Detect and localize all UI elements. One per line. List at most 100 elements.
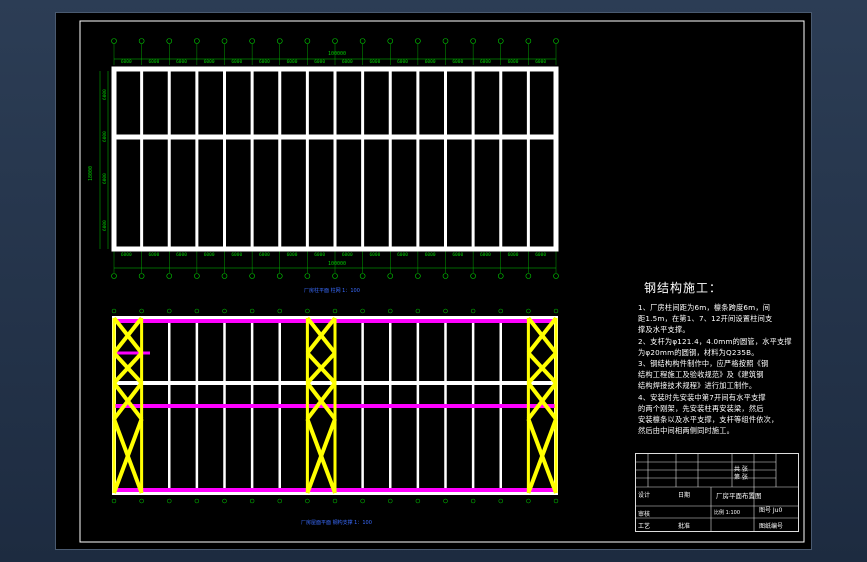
top-plan: 6000 6000 6000 6000 6000 6000 6000 6000 6000 6000… bbox=[99, 38, 559, 279]
title-block-name: 厂房平面布置图 bbox=[716, 492, 762, 500]
axis-bubble-bottom bbox=[138, 273, 145, 279]
axis-bubble-bottom bbox=[249, 273, 255, 279]
axis-bubble-roof bbox=[526, 498, 531, 504]
axis-bubble-roof bbox=[470, 308, 476, 314]
axis-bubble-roof bbox=[360, 498, 365, 504]
axis-bubble-top bbox=[359, 38, 366, 44]
axis-bubble-roof bbox=[553, 308, 559, 314]
note-line: 的两个刚架，先安装柱再安装梁，然后 bbox=[638, 403, 764, 413]
overall-dim-top: 100000 bbox=[328, 51, 346, 57]
note-line: 然后由中间相两侧同时施工。 bbox=[638, 426, 735, 436]
axis-bubble-top bbox=[525, 38, 532, 44]
axis-bubble-bottom bbox=[166, 273, 173, 279]
dim-label-top: 6000 bbox=[176, 59, 187, 65]
axis-bubble-roof bbox=[277, 498, 282, 504]
axis-bubble-top bbox=[332, 38, 338, 44]
dim-label-bottom: 6000 bbox=[121, 252, 132, 258]
note-line: 距1.5m，在第1、7、12开间设置柱间支 bbox=[638, 314, 773, 324]
axis-bubble-bottom bbox=[470, 273, 476, 279]
axis-bubble-bottom bbox=[194, 273, 200, 279]
axis-bubble-top bbox=[249, 38, 255, 44]
axis-bubble-top bbox=[415, 38, 421, 44]
axis-bubble-bottom bbox=[387, 273, 394, 279]
axis-bubble-bottom bbox=[332, 273, 338, 279]
axis-bubble-roof bbox=[277, 308, 282, 314]
axis-bubble-top bbox=[442, 38, 449, 44]
cad-viewport: 6000 6000 6000 6000 6000 6000 6000 6000 6000 6000… bbox=[0, 0, 867, 562]
axis-bubble-bottom bbox=[276, 273, 283, 279]
title-block-number: 图纸编号 bbox=[759, 523, 784, 530]
axis-bubble-top bbox=[387, 38, 394, 44]
axis-bubble-bottom bbox=[415, 273, 421, 279]
axis-bubble-top bbox=[138, 38, 145, 44]
axis-bubble-roof bbox=[498, 498, 503, 504]
dim-label-top: 6000 bbox=[369, 59, 380, 65]
axis-bubble-top bbox=[497, 38, 504, 44]
dim-label-top: 6000 bbox=[204, 59, 215, 65]
dim-label-top: 6000 bbox=[425, 59, 436, 65]
axis-bubble-bottom bbox=[304, 273, 311, 279]
axis-bubble-top bbox=[553, 38, 559, 44]
dim-label-bottom: 6000 bbox=[369, 252, 380, 258]
drawing-sheet: 6000 6000 6000 6000 6000 6000 6000 6000 6000 6000… bbox=[55, 12, 812, 550]
axis-bubble-roof bbox=[443, 308, 448, 314]
title-block-cell-3: 工艺 bbox=[638, 523, 651, 530]
overall-dim-bottom: 100000 bbox=[328, 261, 346, 267]
dim-label-bottom: 6000 bbox=[204, 252, 215, 258]
note-line: 2、支杆为φ121.4，4.0mm的圆管，水平支撑 bbox=[638, 336, 792, 346]
axis-bubble-roof bbox=[194, 498, 200, 504]
axis-bubble-top bbox=[276, 38, 283, 44]
axis-bubble-roof bbox=[249, 498, 255, 504]
dim-label-left: 6000 bbox=[102, 220, 108, 231]
axis-bubble-roof bbox=[249, 308, 255, 314]
axis-bubble-bottom bbox=[497, 273, 504, 279]
axis-bubble-roof bbox=[415, 498, 421, 504]
title-block-scale: 比例 1:100 bbox=[714, 510, 740, 516]
axis-bubble-roof bbox=[470, 498, 476, 504]
dim-label-bottom: 6000 bbox=[425, 252, 436, 258]
note-line: 结构工程施工及验收规范》及《建筑钢 bbox=[638, 370, 764, 380]
dim-label-top: 6000 bbox=[452, 59, 463, 65]
dim-label-bottom: 6000 bbox=[148, 252, 159, 258]
dim-label-top: 6000 bbox=[397, 59, 408, 65]
dim-label-bottom: 6000 bbox=[452, 252, 463, 258]
axis-bubble-roof bbox=[167, 498, 172, 504]
axis-bubble-top bbox=[470, 38, 476, 44]
title-block-cell-7: 第 张 bbox=[734, 474, 748, 481]
title-block-cell-4: 批准 bbox=[678, 523, 691, 530]
title-block: 厂房平面布置图 图号 Ju0 图纸编号 比例 1:100 设计 审核 工艺 批准… bbox=[635, 453, 799, 532]
dim-label-bottom: 6000 bbox=[535, 252, 546, 258]
note-line: 结构焊接技术规程》进行加工制作。 bbox=[638, 381, 757, 391]
axis-bubble-roof bbox=[305, 308, 310, 314]
dim-label-top: 6000 bbox=[342, 59, 353, 65]
title-block-cell-2: 审核 bbox=[638, 511, 651, 518]
axis-bubble-roof bbox=[415, 308, 421, 314]
dim-label-top: 6000 bbox=[148, 59, 159, 65]
axis-bubble-roof bbox=[332, 498, 338, 504]
note-line: 3、钢结构构件制作中，应严格按照《钢 bbox=[638, 359, 769, 369]
dim-label-bottom: 6000 bbox=[314, 252, 325, 258]
axis-bubble-bottom bbox=[359, 273, 366, 279]
dim-label-top: 6000 bbox=[259, 59, 270, 65]
axis-bubble-top bbox=[221, 38, 228, 44]
axis-bubble-roof bbox=[553, 498, 559, 504]
axis-bubble-top bbox=[111, 38, 117, 44]
axis-bubble-bottom bbox=[442, 273, 449, 279]
dim-label-top: 6000 bbox=[535, 59, 546, 65]
title-block-cell-1: 设计 bbox=[638, 492, 651, 499]
axis-bubble-roof bbox=[388, 308, 393, 314]
axis-bubble-bottom bbox=[111, 273, 117, 279]
axis-bubble-bottom bbox=[221, 273, 228, 279]
axis-bubble-roof bbox=[139, 308, 144, 314]
axis-bubble-roof bbox=[222, 308, 227, 314]
axis-bubble-roof bbox=[388, 498, 393, 504]
axis-bubble-roof bbox=[111, 308, 117, 314]
axis-bubble-roof bbox=[222, 498, 227, 504]
title-block-cell-5: 日期 bbox=[678, 492, 691, 499]
left-total-dim: 18000 bbox=[88, 166, 94, 181]
notes-title: 钢结构施工： bbox=[644, 281, 723, 295]
title-block-sheet: 图号 Ju0 bbox=[759, 507, 783, 514]
axis-bubble-roof bbox=[194, 308, 200, 314]
bottom-plan bbox=[111, 308, 559, 504]
dim-label-top: 6000 bbox=[231, 59, 242, 65]
